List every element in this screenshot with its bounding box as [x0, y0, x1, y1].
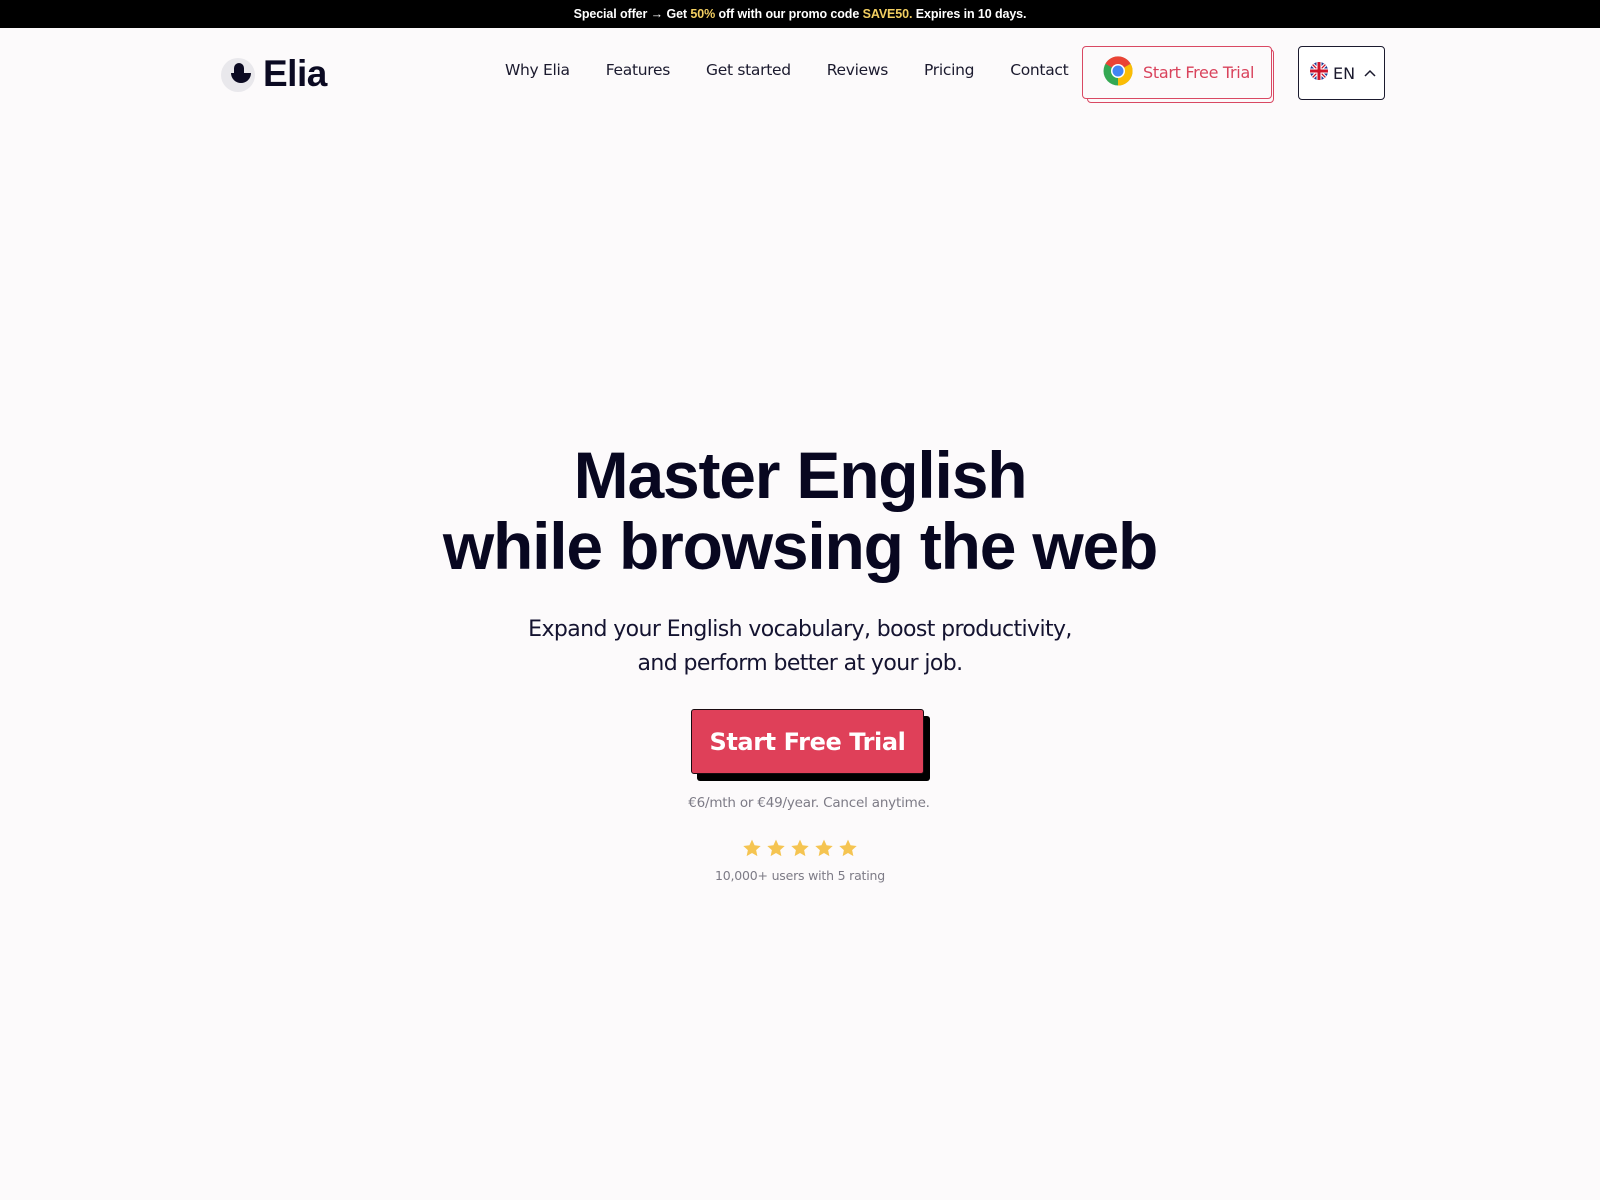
star-icon [790, 839, 810, 862]
nav-contact[interactable]: Contact [1010, 61, 1069, 79]
hero-subtitle: Expand your English vocabulary, boost pr… [0, 613, 1600, 681]
header-trial-wrapper: Start Free Trial [1082, 46, 1274, 103]
star-icon [766, 839, 786, 862]
hero-section: Master English while browsing the web Ex… [0, 440, 1600, 884]
chevron-up-icon [1364, 69, 1376, 77]
chrome-icon [1103, 55, 1133, 90]
price-note: €6/mth or €49/year. Cancel anytime. [688, 795, 930, 811]
main-nav: Why Elia Features Get started Reviews Pr… [505, 58, 1069, 82]
promo-banner: Special offer → Get 50% off with our pro… [0, 0, 1600, 28]
promo-prefix: Special offer → Get [573, 7, 691, 21]
hero-start-free-trial-button[interactable]: Start Free Trial [691, 709, 924, 774]
header-trial-label: Start Free Trial [1143, 63, 1255, 82]
nav-reviews[interactable]: Reviews [827, 61, 889, 79]
logo-link[interactable]: Elia [221, 54, 327, 94]
promo-suffix: Expires in 10 days. [912, 7, 1027, 21]
uk-flag-icon [1310, 62, 1328, 84]
hero-subtitle-line1: Expand your English vocabulary, boost pr… [528, 617, 1072, 642]
nav-pricing[interactable]: Pricing [924, 61, 974, 79]
logo-icon [221, 55, 259, 93]
site-header: Elia Why Elia Features Get started Revie… [0, 28, 1600, 118]
nav-why-elia[interactable]: Why Elia [505, 61, 570, 79]
logo-text: Elia [263, 53, 327, 94]
promo-code: SAVE50. [862, 7, 913, 21]
star-icon [838, 839, 858, 862]
language-selector[interactable]: EN [1298, 46, 1385, 100]
nav-features[interactable]: Features [606, 61, 671, 79]
promo-discount: 50% [690, 7, 716, 21]
rating-note: 10,000+ users with 5 rating [715, 868, 885, 883]
star-icon [742, 839, 762, 862]
rating-stars [0, 839, 1600, 862]
hero-title-line1: Master English [573, 438, 1028, 512]
hero-title: Master English while browsing the web [0, 440, 1600, 582]
cta-wrapper: Start Free Trial [691, 709, 931, 781]
hero-title-line2: while browsing the web [442, 509, 1159, 583]
header-start-free-trial-button[interactable]: Start Free Trial [1082, 46, 1272, 99]
hero-subtitle-line2: and perform better at your job. [637, 651, 963, 676]
nav-get-started[interactable]: Get started [706, 61, 791, 79]
promo-middle: off with our promo code [715, 7, 863, 21]
star-icon [814, 839, 834, 862]
language-code: EN [1333, 63, 1356, 83]
